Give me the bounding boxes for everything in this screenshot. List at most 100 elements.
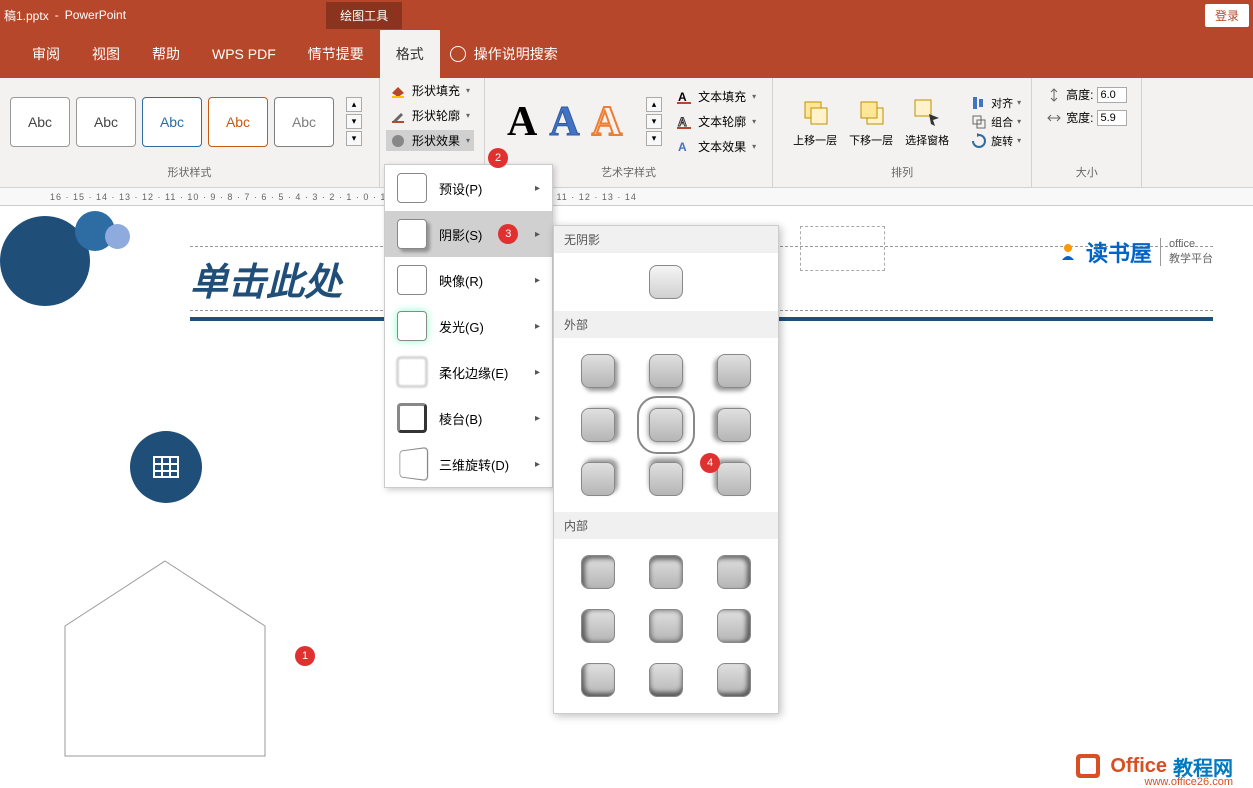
step-badge-1: 1 <box>295 646 315 666</box>
shadow-outer-9[interactable] <box>717 462 751 496</box>
group-button[interactable]: 组合▾ <box>971 114 1021 130</box>
bevel-icon <box>397 403 427 433</box>
ruler[interactable]: 16 · 15 · 14 · 13 · 12 · 11 · 10 · 9 · 8… <box>0 188 1253 206</box>
menu-glow[interactable]: 发光(G) ▸ <box>385 303 552 349</box>
pentagon-shape[interactable] <box>60 556 270 766</box>
text-fill-button[interactable]: A文本填充▾ <box>672 86 760 107</box>
outer-header: 外部 <box>554 311 778 338</box>
shadow-outer-2[interactable] <box>649 354 683 388</box>
sep: - <box>55 8 59 22</box>
size-label: 大小 <box>1038 161 1135 183</box>
spin-more-icon[interactable]: ▾ <box>346 131 362 146</box>
group-size: 高度: 6.0 宽度: 5.9 大小 <box>1032 78 1142 187</box>
shape-outline-button[interactable]: 形状轮廓 ▾ <box>386 105 474 126</box>
placeholder-1[interactable] <box>800 226 885 271</box>
doc-name: 稿1.pptx <box>4 7 49 24</box>
text-outline-button[interactable]: A文本轮廓▾ <box>672 111 760 132</box>
shape-fill-button[interactable]: 形状填充 ▾ <box>386 80 474 101</box>
rotate-button[interactable]: 旋转▾ <box>971 133 1021 149</box>
watermark-url: www.office26.com <box>1145 776 1233 788</box>
shape-style-gallery[interactable]: Abc Abc Abc Abc Abc <box>6 93 338 151</box>
shape-style-1[interactable]: Abc <box>10 97 70 147</box>
contextual-tab[interactable]: 绘图工具 <box>326 2 402 29</box>
tab-wps[interactable]: WPS PDF <box>196 32 292 76</box>
submenu-arrow-icon: ▸ <box>535 183 540 194</box>
submenu-arrow-icon: ▸ <box>535 321 540 332</box>
shadow-inner-1[interactable] <box>581 555 615 589</box>
menu-3d-rotation[interactable]: 三维旋转(D) ▸ <box>385 441 552 487</box>
reflection-icon <box>397 265 427 295</box>
wordart-style-3[interactable]: A <box>592 98 622 146</box>
spin-down-icon[interactable]: ▾ <box>646 114 662 129</box>
arrange-label: 排列 <box>779 161 1025 183</box>
shadow-outer-7[interactable] <box>581 462 615 496</box>
width-input[interactable]: 5.9 <box>1097 110 1127 126</box>
tab-view[interactable]: 视图 <box>76 30 136 78</box>
menu-soft-edges[interactable]: 柔化边缘(E) ▸ <box>385 349 552 395</box>
shadow-inner-9[interactable] <box>717 663 751 697</box>
dropdown-arrow-icon: ▾ <box>466 86 470 95</box>
shadow-none[interactable] <box>649 265 683 299</box>
selection-pane-icon <box>911 96 943 128</box>
send-backward-icon <box>855 96 887 128</box>
soft-edges-icon <box>397 357 427 387</box>
no-shadow-header: 无阴影 <box>554 226 778 253</box>
wordart-gallery[interactable]: A A A <box>491 90 638 154</box>
shadow-inner-6[interactable] <box>717 609 751 643</box>
shadow-inner-3[interactable] <box>717 555 751 589</box>
wordart-style-1[interactable]: A <box>507 98 537 146</box>
shape-style-5[interactable]: Abc <box>274 97 334 147</box>
tab-format[interactable]: 格式 <box>380 30 440 78</box>
tab-review[interactable]: 审阅 <box>16 30 76 78</box>
spin-up-icon[interactable]: ▴ <box>346 97 362 112</box>
logo-icon <box>1054 238 1082 266</box>
spin-down-icon[interactable]: ▾ <box>346 114 362 129</box>
tab-help[interactable]: 帮助 <box>136 30 196 78</box>
selection-pane-button[interactable]: 选择窗格 <box>901 94 953 150</box>
inner-header: 内部 <box>554 512 778 539</box>
login-button[interactable]: 登录 <box>1205 4 1249 27</box>
menu-shadow[interactable]: 阴影(S) 3 ▸ <box>385 211 552 257</box>
table-icon-circle[interactable] <box>130 431 202 503</box>
submenu-arrow-icon: ▸ <box>535 413 540 424</box>
menu-reflection[interactable]: 映像(R) ▸ <box>385 257 552 303</box>
rotation-3d-icon <box>400 447 429 481</box>
effects-icon <box>390 133 406 149</box>
shape-style-2[interactable]: Abc <box>76 97 136 147</box>
bring-forward-button[interactable]: 上移一层 <box>789 94 841 150</box>
shadow-outer-8[interactable] <box>649 462 683 496</box>
text-effects-icon: A <box>676 139 692 155</box>
spin-up-icon[interactable]: ▴ <box>646 97 662 112</box>
text-effects-button[interactable]: A文本效果▾ <box>672 136 760 157</box>
shape-style-4[interactable]: Abc <box>208 97 268 147</box>
tab-story[interactable]: 情节提要 <box>292 30 380 78</box>
width-row: 宽度: 5.9 <box>1046 109 1127 126</box>
shadow-inner-7[interactable] <box>581 663 615 697</box>
tabbar: 审阅 视图 帮助 WPS PDF 情节提要 格式 操作说明搜索 <box>0 30 1253 78</box>
shape-effects-button[interactable]: 形状效果 ▾ <box>386 130 474 151</box>
shadow-inner-2[interactable] <box>649 555 683 589</box>
height-input[interactable]: 6.0 <box>1097 87 1127 103</box>
shadow-inner-8[interactable] <box>649 663 683 697</box>
style-gallery-spinner[interactable]: ▴ ▾ ▾ <box>346 97 362 146</box>
tell-me-search[interactable]: 操作说明搜索 <box>450 44 558 64</box>
menu-preset[interactable]: 预设(P) ▸ <box>385 165 552 211</box>
shadow-outer-3[interactable] <box>717 354 751 388</box>
send-backward-button[interactable]: 下移一层 <box>845 94 897 150</box>
shadow-outer-4[interactable] <box>581 408 615 442</box>
spin-more-icon[interactable]: ▾ <box>646 131 662 146</box>
shadow-inner-4[interactable] <box>581 609 615 643</box>
align-button[interactable]: 对齐▾ <box>971 95 1021 111</box>
submenu-arrow-icon: ▸ <box>535 275 540 286</box>
shadow-inner-5[interactable] <box>649 609 683 643</box>
menu-bevel[interactable]: 棱台(B) ▸ <box>385 395 552 441</box>
shadow-outer-1[interactable] <box>581 354 615 388</box>
shadow-outer-5[interactable] <box>649 408 683 442</box>
titlebar: 稿1.pptx - PowerPoint 绘图工具 登录 <box>0 0 1253 30</box>
text-fill-icon: A <box>676 89 692 105</box>
shape-style-3[interactable]: Abc <box>142 97 202 147</box>
shadow-outer-6[interactable] <box>717 408 751 442</box>
wordart-style-2[interactable]: A <box>549 98 579 146</box>
wordart-spinner[interactable]: ▴ ▾ ▾ <box>646 97 662 146</box>
table-icon <box>150 451 182 483</box>
